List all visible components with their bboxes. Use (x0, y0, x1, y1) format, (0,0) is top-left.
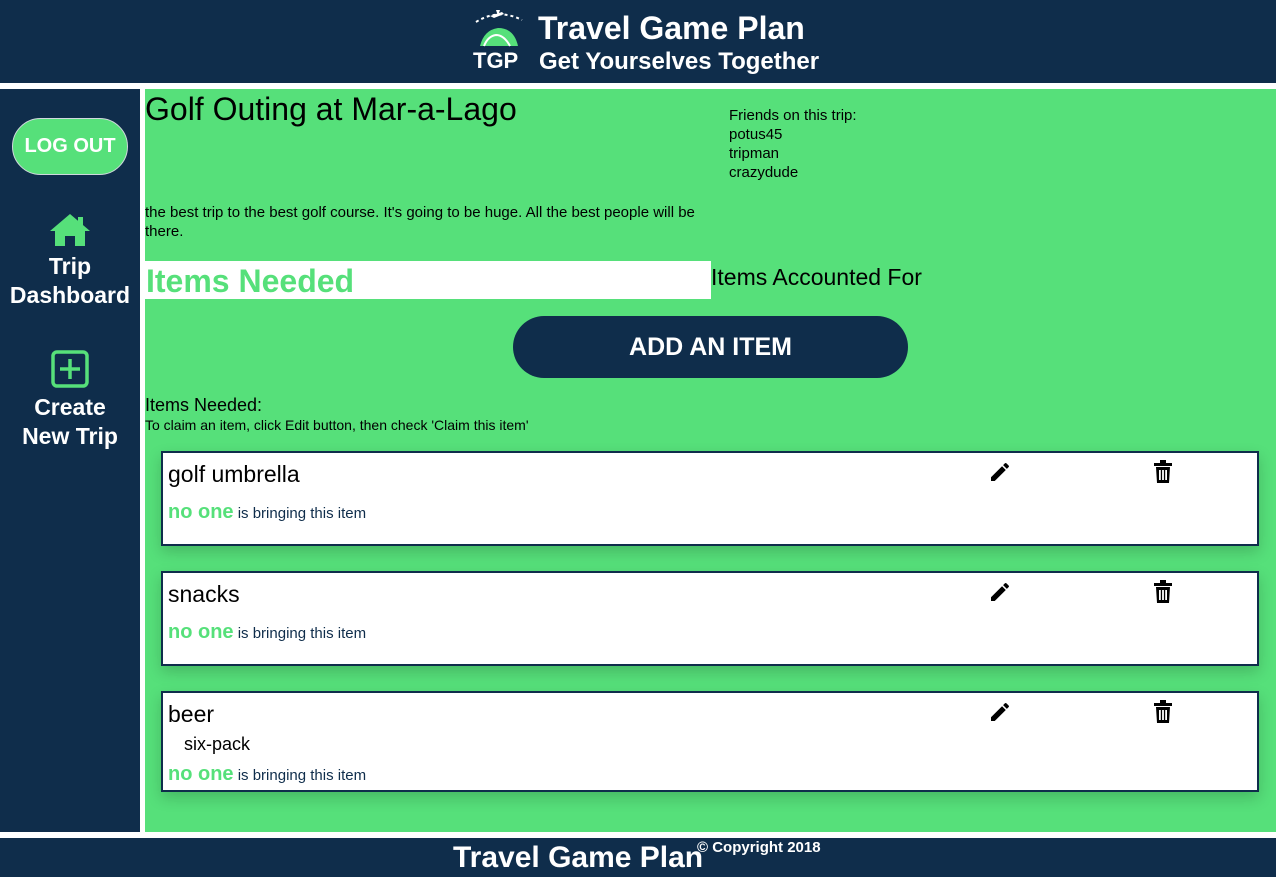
footer-title: Travel Game Plan (453, 841, 704, 874)
app-subtitle: Get Yourselves Together (539, 48, 820, 75)
claim-instructions: To claim an item, click Edit button, the… (145, 417, 529, 433)
sidebar: LOG OUT Trip Dashboard Create New Trip (0, 89, 140, 832)
item-status-text: is bringing this item (233, 767, 367, 784)
app-header: TGP Travel Game Plan Get Yourselves Toge… (0, 0, 1276, 83)
trash-icon[interactable] (1153, 580, 1173, 604)
trip-main-panel: Golf Outing at Mar-a-Lago Friends on thi… (145, 89, 1276, 832)
plus-square-icon (51, 350, 89, 388)
sidebar-item-label: Create (34, 394, 106, 420)
item-bringer: no one (168, 501, 234, 523)
item-status-text: is bringing this item (233, 625, 367, 642)
item-status: no one is bringing this item (168, 621, 366, 644)
sidebar-item-label: New Trip (22, 423, 118, 449)
trash-icon[interactable] (1153, 460, 1173, 484)
add-item-button[interactable]: ADD AN ITEM (513, 316, 908, 378)
footer-copyright: © Copyright 2018 (697, 839, 821, 856)
item-note: six-pack (184, 734, 251, 754)
pencil-icon[interactable] (988, 460, 1012, 484)
item-card: beer six-pack no one is bringing this it… (161, 691, 1259, 792)
item-card: snacks no one is bringing this item (161, 571, 1259, 666)
item-card: golf umbrella no one is bringing this it… (161, 451, 1259, 546)
item-name: beer (168, 701, 215, 727)
trash-icon[interactable] (1153, 700, 1173, 724)
pencil-icon[interactable] (988, 580, 1012, 604)
item-name: golf umbrella (168, 461, 300, 487)
pencil-icon[interactable] (988, 700, 1012, 724)
tab-items-needed[interactable]: Items Needed (145, 261, 711, 299)
logout-button[interactable]: LOG OUT (12, 118, 128, 175)
app-title: Travel Game Plan (538, 10, 805, 46)
friend-name: crazydude (729, 164, 799, 181)
sidebar-item-label: Dashboard (9, 282, 131, 308)
item-bringer: no one (168, 621, 234, 643)
tab-items-accounted-for[interactable]: Items Accounted For (711, 261, 922, 293)
item-status: no one is bringing this item (168, 501, 366, 524)
item-name: snacks (168, 581, 240, 607)
item-status-text: is bringing this item (233, 505, 367, 522)
sidebar-item-trip-dashboard[interactable]: Trip Dashboard (0, 212, 140, 310)
sidebar-item-label: Trip (48, 253, 92, 279)
sidebar-item-create-new-trip[interactable]: Create New Trip (0, 349, 140, 451)
friend-name: potus45 (729, 126, 783, 143)
friends-label: Friends on this trip: (729, 107, 857, 124)
item-status: no one is bringing this item (168, 763, 366, 786)
trip-title: Golf Outing at Mar-a-Lago (145, 91, 517, 127)
items-needed-heading: Items Needed: (145, 395, 263, 415)
friends-list: Friends on this trip: potus45 tripman cr… (729, 106, 857, 182)
friend-name: tripman (729, 145, 780, 162)
app-footer: Travel Game Plan © Copyright 2018 (0, 838, 1276, 877)
item-bringer: no one (168, 763, 234, 785)
trip-description: the best trip to the best golf course. I… (145, 204, 695, 240)
logo-text: TGP (473, 48, 519, 73)
home-icon (50, 214, 90, 246)
